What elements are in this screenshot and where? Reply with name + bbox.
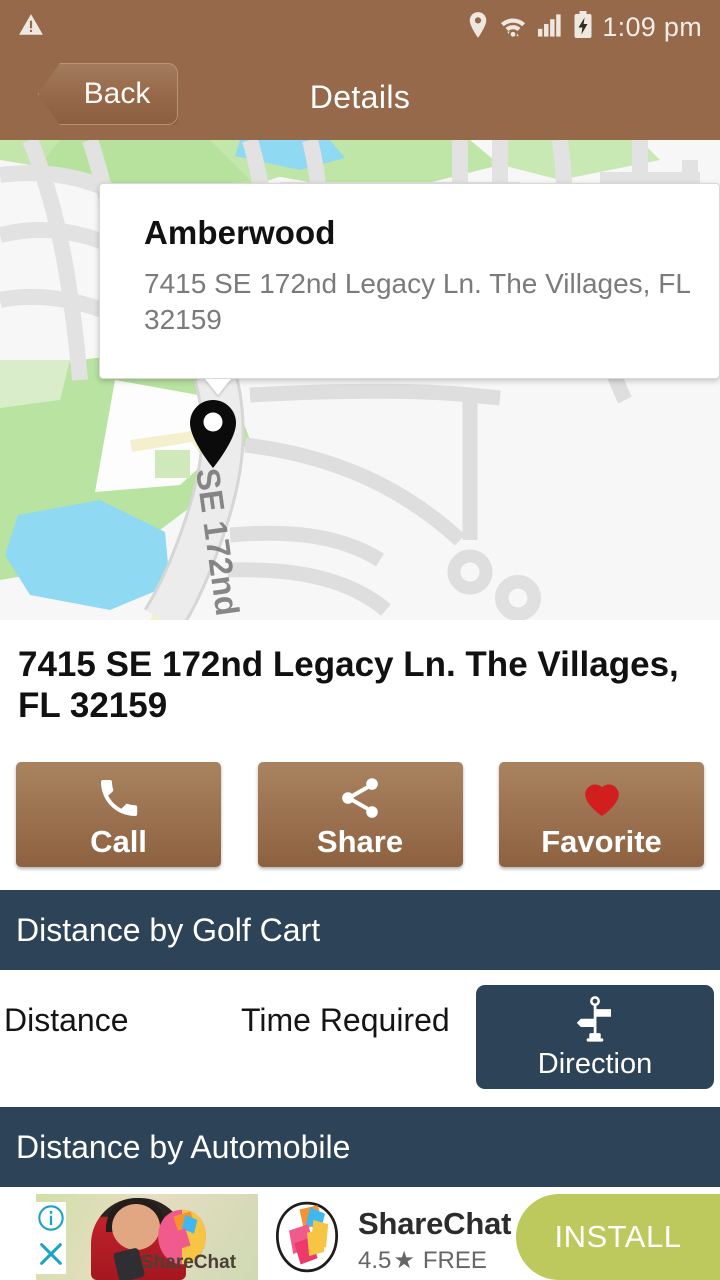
- wifi-icon: [498, 12, 528, 43]
- ad-thumbnail-person-face: [112, 1204, 160, 1250]
- ad-thumbnail-caption: ShareChat: [141, 1252, 237, 1273]
- status-bar-left: [18, 12, 44, 43]
- ad-install-button[interactable]: INSTALL: [516, 1194, 720, 1280]
- section-header-golf-cart: Distance by Golf Cart: [0, 890, 720, 970]
- share-button-label: Share: [316, 824, 404, 859]
- phone-icon: [95, 772, 143, 824]
- star-icon: ★: [393, 1247, 415, 1274]
- battery-charging-icon: [573, 11, 593, 44]
- time-required-label: Time Required: [241, 1002, 450, 1038]
- section-header-automobile: Distance by Automobile: [0, 1107, 720, 1187]
- ad-price: FREE: [422, 1246, 487, 1274]
- direction-button-label: Direction: [537, 1047, 653, 1080]
- call-button-label: Call: [90, 824, 147, 859]
- share-icon: [336, 772, 384, 824]
- direction-button[interactable]: Direction: [476, 985, 714, 1089]
- section-header-golf-cart-label: Distance by Golf Cart: [16, 911, 321, 948]
- ad-app-meta: 4.5 ★ FREE: [358, 1246, 487, 1275]
- info-card-address: 7415 SE 172nd Legacy Ln. The Villages, F…: [144, 268, 690, 336]
- section-header-automobile-label: Distance by Automobile: [16, 1128, 351, 1165]
- ad-install-label: INSTALL: [554, 1219, 682, 1254]
- share-button[interactable]: Share: [257, 762, 463, 867]
- back-button-label: Back: [83, 77, 151, 110]
- location-icon: [467, 11, 489, 44]
- back-button[interactable]: Back: [38, 63, 178, 125]
- call-button[interactable]: Call: [16, 762, 221, 867]
- ad-rating-value: 4.5: [358, 1246, 392, 1274]
- ad-controls: [36, 1202, 66, 1274]
- signpost-icon: [572, 995, 618, 1049]
- distance-label: Distance: [4, 1002, 129, 1038]
- app-bar: Details Back: [0, 55, 720, 140]
- status-bar-clock: 1:09 pm: [602, 12, 702, 42]
- info-card-pointer: [205, 379, 231, 395]
- ad-thumbnail[interactable]: ShareChat: [36, 1194, 258, 1280]
- ad-close-icon[interactable]: [37, 1240, 65, 1273]
- status-bar: 1:09 pm: [0, 0, 720, 55]
- cellular-signal-icon: [537, 12, 564, 43]
- address-heading: 7415 SE 172nd Legacy Ln. The Villages, F…: [18, 645, 679, 726]
- action-button-row: Call Share Favorite: [0, 762, 720, 867]
- sharechat-logo-icon: [275, 1201, 339, 1273]
- map-location-pin[interactable]: [186, 398, 240, 470]
- ad-info-icon[interactable]: [37, 1204, 65, 1237]
- status-bar-right: 1:09 pm: [467, 11, 702, 44]
- info-card-title: Amberwood: [144, 214, 336, 251]
- warning-icon: [18, 12, 44, 43]
- favorite-button-label: Favorite: [541, 824, 662, 859]
- heart-icon: [578, 772, 626, 824]
- favorite-button[interactable]: Favorite: [499, 762, 704, 867]
- map-info-card[interactable]: Amberwood 7415 SE 172nd Legacy Ln. The V…: [99, 183, 720, 379]
- ad-app-name: ShareChat: [358, 1206, 512, 1241]
